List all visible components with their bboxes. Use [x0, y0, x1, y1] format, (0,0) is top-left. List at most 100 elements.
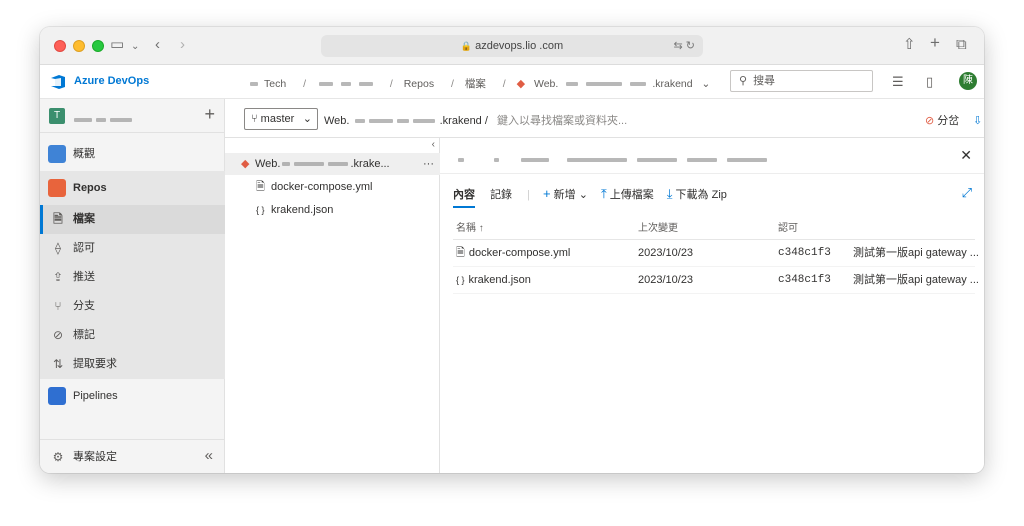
sidebar-item-pushes[interactable]: ⇪ 推送: [40, 263, 225, 292]
breadcrumb-repo-prefix[interactable]: Web.: [534, 78, 558, 90]
branch-icon: ⑂: [54, 299, 62, 313]
table-row[interactable]: 🗎 docker-compose.yml 2023/10/23 c348c1f3 …: [453, 240, 979, 267]
browser-window: ▭ ⌄ ‹ › 🔒 azdevops.lio .com ⇆ ↻ ⇧ + ⧉ Azu…: [40, 27, 984, 473]
nav-main: 概觀 Repos 🗎 檔案 ⟠ 認可 ⇪ 推送 ⑂ 分支 ⊘ 標記 ⇅ 提取要求…: [40, 133, 225, 413]
path-separator: /: [484, 115, 488, 127]
tab-contents[interactable]: 內容: [453, 186, 475, 208]
sidebar-item-label: 檔案: [73, 213, 95, 225]
url-text: azdevops.lio .com: [475, 40, 564, 52]
content-tabs: 內容 記錄 | + 新增 ⌄ ⤒ 上傳檔案 ⤓ 下載為 Zip: [453, 186, 727, 208]
json-icon: { }: [456, 275, 465, 285]
tree-file[interactable]: 🗎 docker-compose.yml: [225, 176, 440, 198]
download-icon: ⤓: [666, 186, 673, 201]
clone-icon: ⇩: [973, 115, 983, 127]
file-tree: ‹ ◆ Web. .krake... ··· 🗎 docker-compose.y…: [225, 138, 440, 473]
tab-history[interactable]: 記錄: [490, 186, 512, 206]
back-icon[interactable]: ‹: [155, 36, 160, 54]
sidebar-item-project-settings[interactable]: ⚙ 專案設定: [40, 440, 225, 473]
sidebar-footer: ⚙ 專案設定 «: [40, 439, 225, 473]
fork-button[interactable]: ⊘ 分岔: [925, 112, 959, 128]
sidebar-item-repos[interactable]: Repos: [40, 171, 225, 205]
sidebar-item-pipelines[interactable]: Pipelines: [40, 379, 225, 413]
minimize-window-button[interactable]: [73, 40, 85, 52]
column-last-change: 上次變更: [638, 223, 678, 234]
pull-request-icon: ⇅: [52, 357, 64, 371]
upload-file-button[interactable]: ⤒ 上傳檔案: [601, 186, 654, 202]
files-table: 名稱 ↑ 上次變更 認可 🗎 docker-compose.yml 2023/10…: [453, 218, 979, 294]
table-header: 名稱 ↑ 上次變更 認可: [453, 218, 975, 240]
column-commit: 認可: [778, 223, 798, 234]
share-icon[interactable]: ⇧: [903, 36, 916, 54]
breadcrumb-repo-suffix[interactable]: .krakend: [652, 78, 692, 90]
sidebar-item-label: 專案設定: [73, 451, 117, 463]
tree-file[interactable]: { } krakend.json: [225, 199, 440, 221]
new-tab-icon[interactable]: +: [930, 34, 940, 52]
collapse-sidebar-icon[interactable]: «: [205, 447, 213, 464]
fork-icon: ⊘: [925, 115, 935, 127]
address-bar[interactable]: 🔒 azdevops.lio .com ⇆ ↻: [321, 35, 703, 57]
brand-title[interactable]: Azure DevOps: [74, 75, 149, 87]
repos-group: Repos 🗎 檔案 ⟠ 認可 ⇪ 推送 ⑂ 分支 ⊘ 標記 ⇅ 提取要求: [40, 171, 225, 379]
sidebar-item-label: Repos: [73, 182, 107, 194]
tree-root-suffix: .krake...: [350, 158, 390, 170]
browser-titlebar: ▭ ⌄ ‹ › 🔒 azdevops.lio .com ⇆ ↻ ⇧ + ⧉: [40, 27, 984, 65]
column-name[interactable]: 名稱 ↑: [456, 218, 484, 240]
commit-icon: ⟠: [55, 241, 61, 255]
sidebar-item-pull-requests[interactable]: ⇅ 提取要求: [40, 350, 225, 379]
sidebar-item-commits[interactable]: ⟠ 認可: [40, 234, 225, 263]
path-breadcrumb: Web. .krakend / 鍵入以尋找檔案或資料夾...: [324, 112, 627, 128]
tag-icon: ⊘: [52, 328, 64, 342]
expand-icon[interactable]: ⤢: [962, 185, 972, 201]
breadcrumb-files[interactable]: 檔案: [465, 78, 486, 90]
sidebar-item-label: 分支: [73, 300, 95, 312]
branch-name: master: [260, 113, 295, 125]
marketplace-bag-icon[interactable]: ▯: [926, 74, 933, 90]
ado-header: Azure DevOps Tech / / Repos / 檔案 / ◆ Web…: [40, 65, 984, 99]
path-repo-suffix[interactable]: .krakend: [440, 115, 482, 127]
translate-reload-icons[interactable]: ⇆ ↻: [674, 35, 696, 57]
collapse-tree-icon[interactable]: ‹: [432, 139, 435, 150]
close-window-button[interactable]: [54, 40, 66, 52]
tree-root[interactable]: ◆ Web. .krake... ···: [225, 153, 440, 175]
tree-root-prefix: Web.: [255, 158, 281, 170]
more-options-icon[interactable]: ···: [423, 153, 434, 175]
table-row[interactable]: { } krakend.json 2023/10/23 c348c1f3 測試第一…: [453, 267, 979, 294]
sidebar-item-label: 概觀: [73, 148, 95, 160]
zoom-window-button[interactable]: [92, 40, 104, 52]
settings-list-icon[interactable]: ☰: [892, 74, 904, 90]
sidebar-item-branches[interactable]: ⑂ 分支: [40, 292, 225, 321]
sidebar-item-tags[interactable]: ⊘ 標記: [40, 321, 225, 350]
chevron-down-icon[interactable]: ⌄: [702, 78, 711, 90]
sidebar-item-label: 認可: [73, 242, 95, 254]
breadcrumb-org[interactable]: Tech: [264, 78, 286, 90]
search-icon: ⚲: [739, 75, 748, 87]
project-selector[interactable]: T +: [40, 99, 225, 133]
forward-icon[interactable]: ›: [180, 36, 185, 54]
tabs-icon[interactable]: ⧉: [956, 36, 967, 54]
sidebar-item-overview[interactable]: 概觀: [40, 137, 225, 171]
download-zip-button[interactable]: ⤓ 下載為 Zip: [667, 186, 727, 202]
pipelines-icon: [48, 387, 66, 405]
gear-icon: ⚙: [52, 450, 64, 464]
json-icon: { }: [256, 205, 265, 215]
azure-devops-logo-icon[interactable]: [49, 73, 67, 91]
avatar[interactable]: 陳: [959, 72, 977, 90]
chevron-down-icon[interactable]: ⌄: [131, 38, 139, 56]
repo-git-icon: ◆: [241, 158, 250, 170]
branch-selector[interactable]: ⑂ master ⌄: [244, 108, 318, 130]
clone-button[interactable]: ⇩ 複製: [973, 112, 984, 128]
new-button[interactable]: + 新增 ⌄: [543, 186, 588, 202]
chevron-down-icon: ⌄: [578, 189, 588, 201]
file-filter-input[interactable]: 鍵入以尋找檔案或資料夾...: [497, 115, 627, 127]
path-repo-prefix[interactable]: Web.: [324, 115, 349, 127]
repo-git-icon: ◆: [516, 78, 526, 90]
add-icon[interactable]: +: [204, 104, 215, 125]
sidebar-item-files[interactable]: 🗎 檔案: [40, 205, 225, 234]
overview-icon: [48, 145, 66, 163]
sidebar-item-label: 標記: [73, 329, 95, 341]
close-icon[interactable]: ✕: [960, 147, 972, 164]
breadcrumb-repos[interactable]: Repos: [404, 78, 434, 90]
search-input[interactable]: ⚲ 搜尋: [730, 70, 873, 92]
sidebar-icon[interactable]: ▭: [110, 36, 124, 54]
branch-icon: ⑂: [251, 113, 258, 125]
